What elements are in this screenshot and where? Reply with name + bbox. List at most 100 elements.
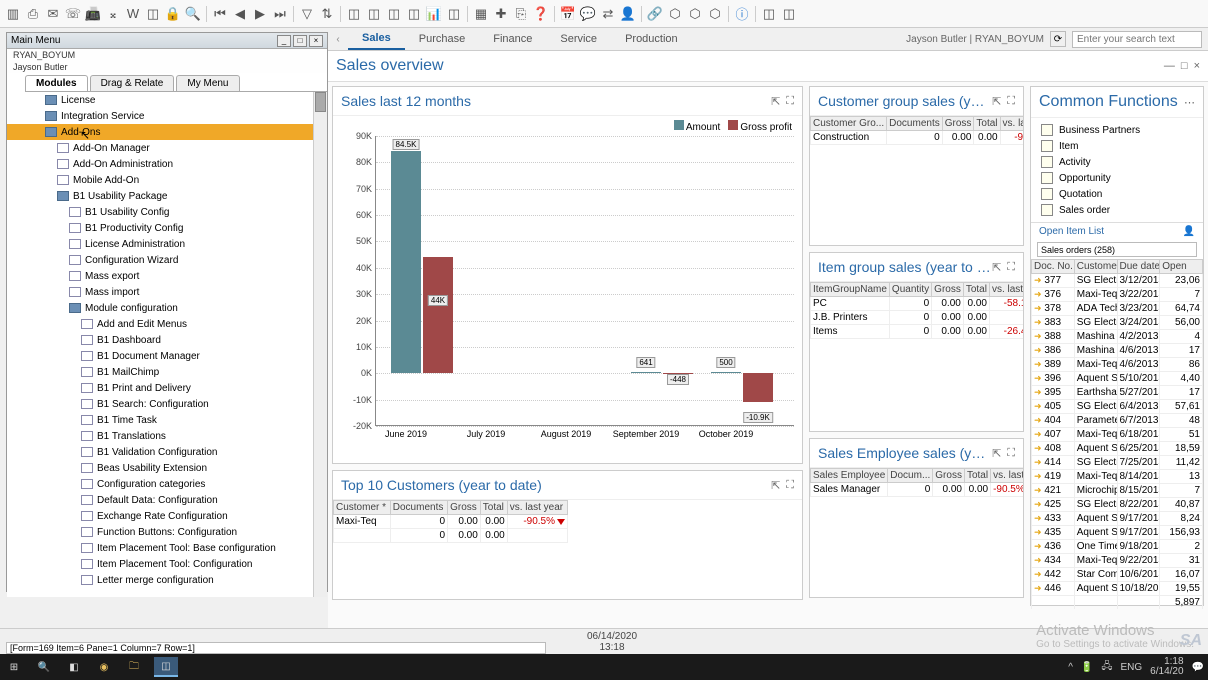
tree-item[interactable]: B1 Search: Configuration bbox=[7, 396, 327, 412]
itemgroup-export-icon[interactable]: ⇱ bbox=[992, 261, 1001, 274]
tree-item[interactable]: License Administration bbox=[7, 236, 327, 252]
tab-production[interactable]: Production bbox=[611, 29, 692, 49]
branch2-icon[interactable]: ⬡ bbox=[686, 5, 704, 23]
doc4-icon[interactable]: ◫ bbox=[405, 5, 423, 23]
taskview-icon[interactable]: ◧ bbox=[64, 657, 84, 677]
cf-item[interactable]: Business Partners bbox=[1031, 122, 1203, 138]
last-record-icon[interactable]: ⏭ bbox=[271, 5, 289, 23]
tab-modules[interactable]: Modules bbox=[25, 75, 88, 91]
tab-drag-relate[interactable]: Drag & Relate bbox=[90, 75, 175, 91]
chart-export-icon[interactable]: ⇱ bbox=[771, 95, 780, 108]
main-menu-titlebar[interactable]: Main Menu _ □ × bbox=[7, 33, 327, 49]
tab-purchase[interactable]: Purchase bbox=[405, 29, 479, 49]
msg-icon[interactable]: 💬 bbox=[579, 5, 597, 23]
tree-scrollbar-thumb[interactable] bbox=[315, 92, 326, 112]
word-icon[interactable]: W bbox=[124, 5, 142, 23]
tree-item[interactable]: Configuration categories bbox=[7, 476, 327, 492]
lock-icon[interactable]: 🔒 bbox=[164, 5, 182, 23]
tree-item[interactable]: B1 Print and Delivery bbox=[7, 380, 327, 396]
tab-finance[interactable]: Finance bbox=[479, 29, 546, 49]
refresh-button[interactable]: ⟳ bbox=[1050, 31, 1066, 47]
tree-item[interactable]: B1 Document Manager bbox=[7, 348, 327, 364]
chrome-icon[interactable]: ◉ bbox=[94, 657, 114, 677]
salesemp-export-icon[interactable]: ⇱ bbox=[992, 447, 1001, 460]
sap-app-icon[interactable]: ◫ bbox=[154, 657, 178, 677]
find-icon[interactable]: 🔍 bbox=[184, 5, 202, 23]
open-items-table[interactable]: Doc. No.CustomerDue dateOpen➜ 377SG Elec… bbox=[1031, 259, 1203, 609]
cf-item[interactable]: Activity bbox=[1031, 154, 1203, 170]
maximize-button[interactable]: □ bbox=[293, 35, 307, 47]
modules-tree[interactable]: LicenseIntegration ServiceAdd-OnsAdd-On … bbox=[7, 92, 327, 597]
top10-table[interactable]: Customer *DocumentsGrossTotalvs. last ye… bbox=[333, 500, 568, 543]
start-button[interactable]: ⊞ bbox=[4, 657, 24, 677]
tree-item[interactable]: Mobile Add-On bbox=[7, 172, 327, 188]
salesemp-table[interactable]: Sales EmployeeDocum...GrossTotalvs. last… bbox=[810, 468, 1023, 497]
cf-item[interactable]: Sales order bbox=[1031, 202, 1203, 218]
tree-item[interactable]: B1 Dashboard bbox=[7, 332, 327, 348]
overview-close-icon[interactable]: × bbox=[1194, 60, 1200, 72]
copy-icon[interactable]: ⎘ bbox=[512, 5, 530, 23]
itemgroup-table[interactable]: ItemGroupNameQuantityGrossTotalvs. last … bbox=[810, 282, 1023, 339]
explorer-icon[interactable]: 🗀 bbox=[124, 657, 144, 677]
new-icon[interactable]: ✚ bbox=[492, 5, 510, 23]
tab-service[interactable]: Service bbox=[546, 29, 611, 49]
tree-item[interactable]: License bbox=[7, 92, 327, 108]
next-record-icon[interactable]: ▶ bbox=[251, 5, 269, 23]
close-button[interactable]: × bbox=[309, 35, 323, 47]
tree-item[interactable]: Mass import bbox=[7, 284, 327, 300]
doc3-icon[interactable]: ◫ bbox=[385, 5, 403, 23]
tree-item[interactable]: Letter merge configuration bbox=[7, 572, 327, 588]
tray-network-icon[interactable]: 🖧 bbox=[1101, 659, 1112, 676]
tree-item[interactable]: Add-On Administration bbox=[7, 156, 327, 172]
tree-item[interactable]: Function Buttons: Configuration bbox=[7, 524, 327, 540]
print-preview-icon[interactable]: ▥ bbox=[4, 5, 22, 23]
first-record-icon[interactable]: ⏮ bbox=[211, 5, 229, 23]
chart-expand-icon[interactable]: ⛶ bbox=[786, 95, 794, 108]
sms-icon[interactable]: ☏ bbox=[64, 5, 82, 23]
custgroup-table[interactable]: Customer Gro...DocumentsGrossTotalvs. la… bbox=[810, 116, 1023, 145]
filter-icon[interactable]: ▽ bbox=[298, 5, 316, 23]
tree-item[interactable]: Beas Usability Extension bbox=[7, 460, 327, 476]
tree-item[interactable]: B1 Translations bbox=[7, 428, 327, 444]
cf-item[interactable]: Opportunity bbox=[1031, 170, 1203, 186]
person-icon[interactable]: 👤 bbox=[1183, 226, 1195, 237]
tree-item[interactable]: Add and Edit Menus bbox=[7, 316, 327, 332]
tree-item[interactable]: Exchange Rate Configuration bbox=[7, 508, 327, 524]
layout-icon[interactable]: ▦ bbox=[472, 5, 490, 23]
tree-item[interactable]: B1 Validation Configuration bbox=[7, 444, 327, 460]
tray-battery-icon[interactable]: 🔋 bbox=[1081, 662, 1093, 673]
tab-sales[interactable]: Sales bbox=[348, 28, 405, 50]
query-icon[interactable]: ❓ bbox=[532, 5, 550, 23]
tree-item[interactable]: B1 Usability Config bbox=[7, 204, 327, 220]
cf-menu-icon[interactable]: ⋯ bbox=[1184, 96, 1195, 109]
tree-item[interactable]: Add-On Manager bbox=[7, 140, 327, 156]
tree-scrollbar[interactable] bbox=[313, 92, 327, 597]
tree-item[interactable]: Item Placement Tool: Base configuration bbox=[7, 540, 327, 556]
nav-back-icon[interactable]: ‹ bbox=[328, 34, 348, 45]
workflow-icon[interactable]: ⇄ bbox=[599, 5, 617, 23]
tree-item[interactable]: Configuration Wizard bbox=[7, 252, 327, 268]
form2-icon[interactable]: ◫ bbox=[780, 5, 798, 23]
search-taskbar-icon[interactable]: 🔍 bbox=[34, 657, 54, 677]
top10-export-icon[interactable]: ⇱ bbox=[771, 479, 780, 492]
sort-icon[interactable]: ⇅ bbox=[318, 5, 336, 23]
custgroup-expand-icon[interactable]: ⛶ bbox=[1007, 95, 1015, 108]
email-icon[interactable]: ✉ bbox=[44, 5, 62, 23]
excel-icon[interactable]: 𝄪 bbox=[104, 5, 122, 23]
tree-item[interactable]: B1 Usability Package bbox=[7, 188, 327, 204]
tree-item[interactable]: B1 MailChimp bbox=[7, 364, 327, 380]
overview-max-icon[interactable]: □ bbox=[1181, 60, 1188, 72]
branch1-icon[interactable]: ⬡ bbox=[666, 5, 684, 23]
doc5-icon[interactable]: ◫ bbox=[445, 5, 463, 23]
search-input[interactable] bbox=[1072, 31, 1202, 48]
print-icon[interactable]: ⎙ bbox=[24, 5, 42, 23]
doc1-icon[interactable]: ◫ bbox=[345, 5, 363, 23]
doc2-icon[interactable]: ◫ bbox=[365, 5, 383, 23]
itemgroup-expand-icon[interactable]: ⛶ bbox=[1007, 261, 1015, 274]
pdf-icon[interactable]: ◫ bbox=[144, 5, 162, 23]
tray-notification-icon[interactable]: 💬 bbox=[1192, 662, 1204, 673]
tree-item[interactable]: Module configuration bbox=[7, 300, 327, 316]
tray-up-icon[interactable]: ^ bbox=[1068, 662, 1073, 673]
branch3-icon[interactable]: ⬡ bbox=[706, 5, 724, 23]
user-icon[interactable]: 👤 bbox=[619, 5, 637, 23]
